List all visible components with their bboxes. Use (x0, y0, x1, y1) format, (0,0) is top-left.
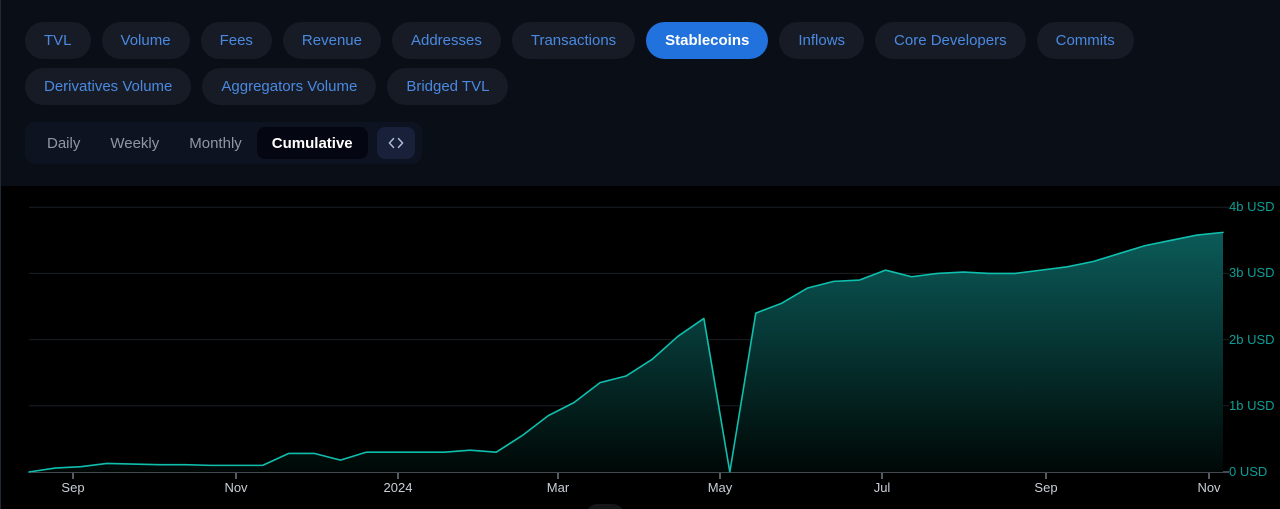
metric-tab-addresses[interactable]: Addresses (392, 22, 501, 59)
x-tick-label: May (708, 480, 733, 495)
metric-tab-commits[interactable]: Commits (1037, 22, 1134, 59)
interval-cumulative[interactable]: Cumulative (257, 127, 368, 159)
x-tick-label: Sep (61, 480, 84, 495)
interval-weekly[interactable]: Weekly (95, 127, 174, 159)
x-tick-label: Jul (874, 480, 891, 495)
y-tick-label: 1b USD (1229, 398, 1275, 413)
x-tick-label: 2024 (384, 480, 413, 495)
metric-tab-fees[interactable]: Fees (201, 22, 272, 59)
y-tick-label: 4b USD (1229, 199, 1275, 214)
metric-tab-tvl[interactable]: TVL (25, 22, 91, 59)
interval-daily[interactable]: Daily (32, 127, 95, 159)
metric-tab-transactions[interactable]: Transactions (512, 22, 635, 59)
interval-switcher: DailyWeeklyMonthlyCumulative (25, 122, 422, 164)
metric-tab-aggregators-volume[interactable]: Aggregators Volume (202, 68, 376, 105)
metric-tab-inflows[interactable]: Inflows (779, 22, 864, 59)
metric-tab-core-developers[interactable]: Core Developers (875, 22, 1026, 59)
metric-tabs: TVL Volume Fees Revenue Addresses Transaction… (25, 22, 1265, 105)
x-tick-label: Nov (1197, 480, 1220, 495)
metric-tab-bridged-tvl[interactable]: Bridged TVL (387, 68, 508, 105)
code-brackets-glyph (388, 137, 404, 149)
y-tick-label: 0 USD (1229, 464, 1267, 479)
stablecoins-area-chart[interactable]: DefiLlama 0 USD1b USD2b USD3b USD4b USD … (1, 186, 1280, 509)
metric-tab-volume[interactable]: Volume (102, 22, 190, 59)
x-tick-label: Nov (224, 480, 247, 495)
x-tick-label: Sep (1034, 480, 1057, 495)
stablecoins-chart-page: TVL Volume Fees Revenue Addresses Transaction… (0, 0, 1280, 509)
chart-x-axis (73, 473, 1209, 479)
code-brackets-icon[interactable] (377, 127, 415, 159)
x-tick-label: Mar (547, 480, 569, 495)
interval-monthly[interactable]: Monthly (174, 127, 257, 159)
metric-tab-revenue[interactable]: Revenue (283, 22, 381, 59)
chart-area-fill (29, 232, 1223, 472)
chart-canvas (1, 186, 1280, 509)
y-tick-label: 3b USD (1229, 265, 1275, 280)
metric-tab-stablecoins[interactable]: Stablecoins (646, 22, 768, 59)
metric-tab-derivatives-volume[interactable]: Derivatives Volume (25, 68, 191, 105)
y-tick-label: 2b USD (1229, 332, 1275, 347)
